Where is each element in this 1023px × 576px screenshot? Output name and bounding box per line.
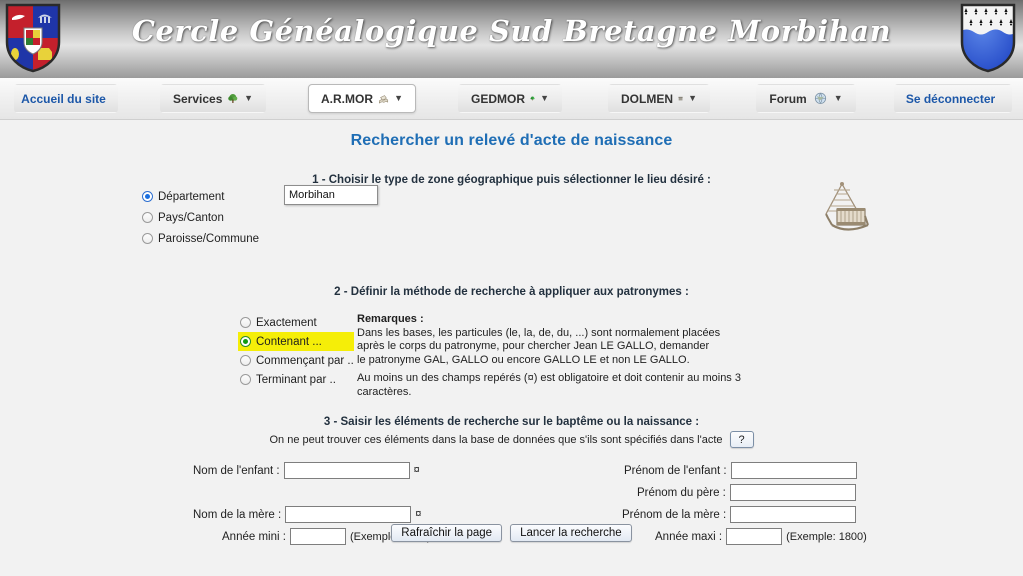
input-nom-enfant[interactable] bbox=[283, 462, 410, 479]
chevron-down-icon: ▼ bbox=[540, 93, 549, 103]
input-prenom-pere[interactable] bbox=[729, 484, 856, 501]
input-prenom-enfant[interactable] bbox=[730, 462, 857, 479]
geo-radio-group: Département Pays/Canton Paroisse/Commune bbox=[142, 186, 259, 249]
radio-indicator bbox=[240, 317, 251, 328]
method-label-commencant-par: Commençant par .. bbox=[256, 354, 354, 367]
launch-search-button[interactable]: Lancer la recherche bbox=[510, 524, 632, 542]
remarks-line-1: Dans les bases, les particules (le, la, … bbox=[357, 326, 721, 339]
nav-label-gedmor: GEDMOR bbox=[471, 91, 525, 106]
radio-indicator bbox=[142, 233, 153, 244]
book-icon bbox=[378, 91, 389, 106]
green-tree-icon bbox=[530, 91, 535, 106]
method-radio-commencant-par[interactable]: Commençant par .. bbox=[240, 351, 354, 370]
radio-indicator bbox=[142, 212, 153, 223]
radio-indicator bbox=[240, 374, 251, 385]
step1-text: Choisir le type de zone géographique pui… bbox=[328, 174, 711, 186]
page-title-banner: Cercle Généalogique Sud Bretagne Morbiha… bbox=[131, 14, 892, 48]
nav-item-armor[interactable]: A.R.MOR ▼ bbox=[308, 84, 416, 113]
geo-radio-paroisse-commune[interactable]: Paroisse/Commune bbox=[142, 228, 259, 249]
geo-label-departement: Département bbox=[158, 190, 225, 203]
nav-item-accueil[interactable]: Accueil du site bbox=[14, 84, 118, 113]
cradle-illustration-icon bbox=[812, 178, 874, 240]
nav-item-services[interactable]: Services ▼ bbox=[160, 84, 266, 113]
nav-item-dolmen[interactable]: DOLMEN ▼ bbox=[608, 84, 710, 113]
chevron-down-icon: ▼ bbox=[244, 93, 253, 103]
method-radio-group: Exactement Contenant ... Commençant par … bbox=[238, 313, 354, 389]
field-prenom-pere: Prénom du père : bbox=[637, 484, 856, 501]
nav-item-logout[interactable]: Se déconnecter bbox=[894, 84, 1012, 113]
nav-label-services: Services bbox=[173, 91, 223, 106]
method-radio-contenant[interactable]: Contenant ... bbox=[238, 332, 354, 351]
help-button[interactable]: ? bbox=[729, 431, 754, 448]
method-radio-terminant-par[interactable]: Terminant par .. bbox=[240, 370, 354, 389]
step2-text: Définir la méthode de recherche à appliq… bbox=[350, 286, 689, 298]
step3-number: 3 - bbox=[323, 416, 341, 428]
chevron-down-icon: ▼ bbox=[833, 93, 843, 103]
step2-heading: 2 - Définir la méthode de recherche à ap… bbox=[0, 286, 1023, 298]
form-actions: Rafraîchir la page Lancer la recherche bbox=[0, 524, 1023, 542]
chevron-down-icon: ▼ bbox=[688, 93, 697, 103]
step3-subtext-row: On ne peut trouver ces éléments dans la … bbox=[0, 431, 1023, 448]
step3-subtext: On ne peut trouver ces éléments dans la … bbox=[269, 433, 723, 446]
remarks-line-3: le patronyme GAL, GALLO ou encore GALLO … bbox=[357, 353, 690, 366]
step2-number: 2 - bbox=[334, 286, 351, 298]
main-navigation: Accueil du site Services ▼ A.R.MOR ▼ GED… bbox=[0, 78, 1023, 120]
input-nom-mere[interactable] bbox=[285, 506, 412, 523]
coat-of-arms-breton-ermine-icon bbox=[959, 2, 1017, 74]
field-prenom-mere: Prénom de la mère : bbox=[622, 506, 857, 523]
section-search-method: 2 - Définir la méthode de recherche à ap… bbox=[0, 286, 1023, 398]
remarks-block: Remarques : Dans les bases, les particul… bbox=[357, 313, 797, 399]
radio-indicator bbox=[142, 191, 153, 202]
step3-text: Saisir les éléments de recherche sur le … bbox=[340, 416, 700, 428]
chevron-down-icon: ▼ bbox=[394, 93, 403, 103]
nav-label-armor: A.R.MOR bbox=[321, 91, 373, 106]
remarks-title: Remarques : bbox=[357, 313, 424, 325]
label-prenom-mere: Prénom de la mère : bbox=[622, 508, 727, 521]
input-prenom-mere[interactable] bbox=[730, 506, 857, 523]
dolmen-icon bbox=[678, 91, 683, 106]
tree-icon bbox=[227, 91, 239, 106]
place-select[interactable]: Morbihan bbox=[284, 185, 378, 205]
method-label-exactement: Exactement bbox=[256, 316, 317, 329]
geo-label-paroisse-commune: Paroisse/Commune bbox=[158, 232, 259, 245]
globe-icon bbox=[812, 91, 829, 106]
field-nom-mere: Nom de la mère : ¤ bbox=[193, 506, 421, 523]
step3-heading: 3 - Saisir les éléments de recherche sur… bbox=[0, 416, 1023, 428]
site-header: Cercle Généalogique Sud Bretagne Morbiha… bbox=[0, 0, 1023, 78]
section-geographic-zone: 1 - Choisir le type de zone géographique… bbox=[0, 174, 1023, 262]
remarks-line-4: Au moins un des champs repérés (¤) est o… bbox=[357, 372, 741, 398]
geo-label-pays-canton: Pays/Canton bbox=[158, 211, 224, 224]
nav-item-forum[interactable]: Forum ▼ bbox=[756, 84, 856, 113]
remarks-line-2: après le corps du patronyme, pour cherch… bbox=[357, 340, 710, 352]
nav-label-forum: Forum bbox=[769, 91, 807, 106]
geo-radio-departement[interactable]: Département bbox=[142, 186, 259, 207]
field-prenom-enfant: Prénom de l'enfant : bbox=[624, 462, 857, 479]
method-radio-exactement[interactable]: Exactement bbox=[240, 313, 354, 332]
label-prenom-enfant: Prénom de l'enfant : bbox=[624, 464, 727, 477]
label-prenom-pere: Prénom du père : bbox=[637, 486, 726, 499]
radio-indicator bbox=[240, 355, 251, 366]
nav-label-logout: Se déconnecter bbox=[905, 91, 996, 106]
nav-item-gedmor[interactable]: GEDMOR ▼ bbox=[458, 84, 562, 113]
nav-label-accueil: Accueil du site bbox=[21, 91, 106, 106]
nav-label-dolmen: DOLMEN bbox=[621, 91, 673, 106]
method-label-contenant: Contenant ... bbox=[256, 335, 322, 348]
required-marker: ¤ bbox=[413, 464, 420, 476]
required-marker: ¤ bbox=[415, 508, 422, 520]
field-nom-enfant: Nom de l'enfant : ¤ bbox=[193, 462, 420, 479]
label-nom-mere: Nom de la mère : bbox=[193, 508, 282, 521]
method-label-terminant-par: Terminant par .. bbox=[256, 373, 336, 386]
refresh-page-button[interactable]: Rafraîchir la page bbox=[391, 524, 503, 542]
geo-radio-pays-canton[interactable]: Pays/Canton bbox=[142, 207, 259, 228]
page-content: Rechercher un relevé d'acte de naissance… bbox=[0, 120, 1023, 576]
radio-indicator bbox=[240, 336, 251, 347]
page-title: Rechercher un relevé d'acte de naissance bbox=[350, 132, 673, 149]
label-nom-enfant: Nom de l'enfant : bbox=[193, 464, 280, 477]
